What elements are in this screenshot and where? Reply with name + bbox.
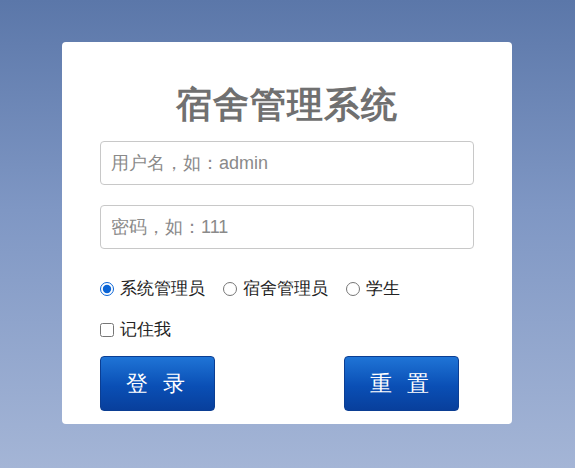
login-button[interactable]: 登 录 (100, 356, 215, 411)
role-group: 系统管理员 宿舍管理员 学生 (100, 277, 474, 300)
role-radio[interactable] (346, 282, 360, 296)
remember-option[interactable]: 记住我 (100, 318, 171, 341)
role-option[interactable]: 宿舍管理员 (223, 277, 328, 300)
button-row: 登 录重 置 (100, 356, 474, 411)
remember-label[interactable]: 记住我 (120, 318, 171, 341)
remember-row: 记住我 (100, 318, 474, 341)
reset-button[interactable]: 重 置 (344, 356, 459, 411)
role-radio[interactable] (223, 282, 237, 296)
remember-checkbox[interactable] (100, 323, 114, 337)
login-card: 宿舍管理系统系统管理员 宿舍管理员 学生记住我登 录 重 置 (62, 42, 512, 424)
login-fields (100, 141, 474, 249)
role-option[interactable]: 学生 (346, 277, 400, 300)
role-label[interactable]: 学生 (366, 277, 400, 300)
login-page: 宿舍管理系统系统管理员 宿舍管理员 学生记住我登 录 重 置 (0, 0, 575, 468)
role-label[interactable]: 系统管理员 (120, 277, 205, 300)
role-option[interactable]: 系统管理员 (100, 277, 205, 300)
system-title: 宿舍管理系统 (100, 78, 474, 132)
username-input[interactable] (100, 141, 474, 185)
role-label[interactable]: 宿舍管理员 (243, 277, 328, 300)
role-radio[interactable] (100, 282, 114, 296)
password-input[interactable] (100, 205, 474, 249)
